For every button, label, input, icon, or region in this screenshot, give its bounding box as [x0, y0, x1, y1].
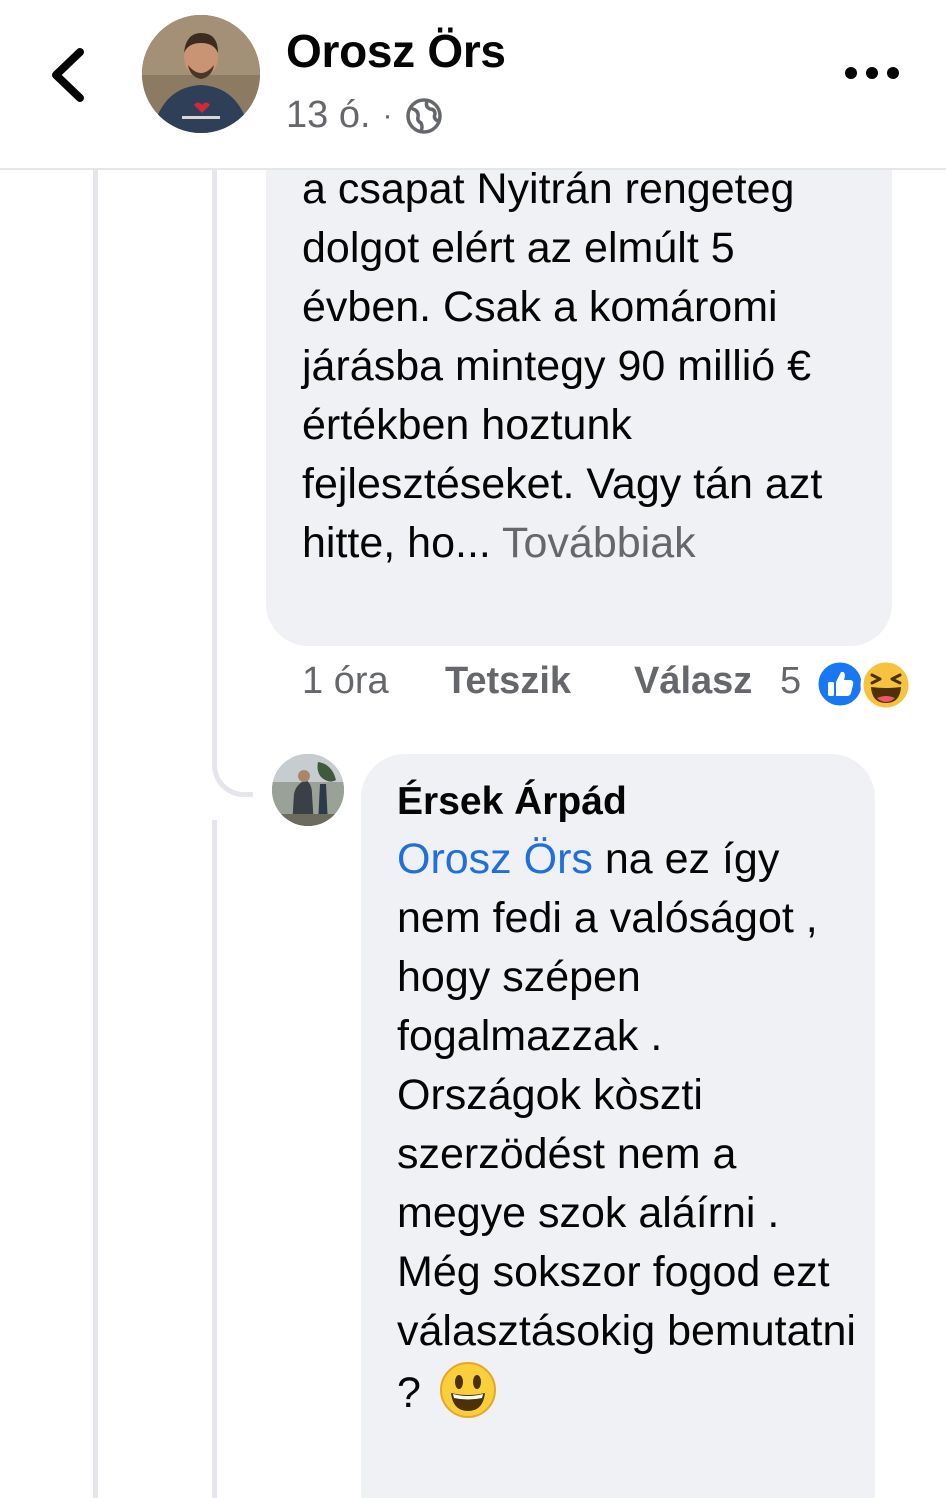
reply-body: na ez így nem fedi a valóságot , hogy sz…	[397, 835, 856, 1417]
see-more-link[interactable]: Továbbiak	[502, 519, 696, 567]
post-header: Orosz Örs 13 ó. ·	[0, 0, 946, 170]
reply-connector	[212, 700, 253, 797]
comment-body: a csapat Nyitrán rengeteg dolgot elért a…	[302, 165, 823, 567]
more-horizontal-icon	[845, 67, 899, 79]
thread-line	[93, 168, 98, 1498]
reply-bubble[interactable]: Érsek Árpád Orosz Örs na ez így nem fedi…	[361, 754, 875, 1498]
comment-bubble[interactable]: a csapat Nyitrán rengeteg dolgot elért a…	[266, 120, 892, 646]
poster-avatar[interactable]	[142, 15, 260, 133]
globe-icon	[405, 97, 442, 134]
meta-separator: ·	[382, 98, 393, 132]
like-button[interactable]: Tetszik	[445, 660, 571, 703]
poster-name[interactable]: Orosz Örs	[286, 24, 506, 78]
back-button[interactable]	[44, 44, 94, 106]
reply-avatar[interactable]	[272, 754, 344, 826]
poster-avatar-image	[142, 15, 260, 133]
like-reaction-icon[interactable]	[815, 659, 865, 709]
mention-link[interactable]: Orosz Örs	[397, 835, 593, 883]
reply-text: Orosz Örs na ez így nem fedi a valóságot…	[397, 830, 857, 1423]
smiley-emoji-icon	[439, 1362, 496, 1418]
post-time[interactable]: 13 ó.	[286, 94, 371, 137]
reply-thread-line-lower	[212, 820, 217, 1498]
haha-reaction-icon[interactable]	[860, 659, 912, 711]
reply-author[interactable]: Érsek Árpád	[397, 780, 627, 824]
chevron-left-icon	[52, 48, 84, 102]
more-options-button[interactable]	[842, 58, 902, 88]
reply-avatar-image	[272, 754, 344, 826]
reaction-count[interactable]: 5	[780, 660, 801, 703]
reply-thread-line	[212, 168, 217, 758]
reply-button[interactable]: Válasz	[634, 660, 752, 703]
post-meta: 13 ó. ·	[286, 94, 443, 137]
comment-text: a csapat Nyitrán rengeteg dolgot elért a…	[302, 160, 862, 573]
comment-time[interactable]: 1 óra	[302, 660, 389, 703]
